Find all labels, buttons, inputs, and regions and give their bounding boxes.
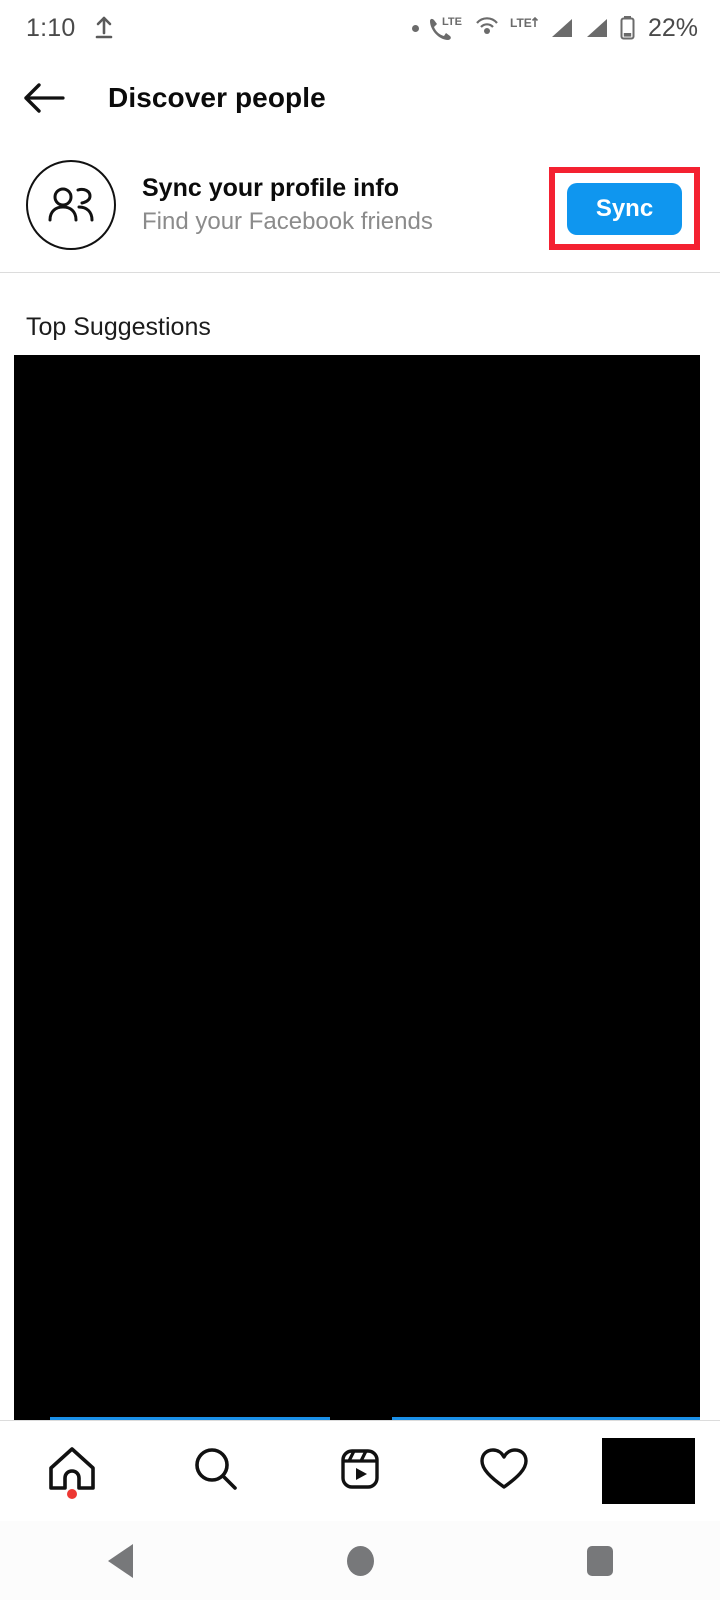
signal-bars-icon [549,16,575,40]
lte-data-icon: LTE [510,15,540,41]
search-icon [189,1443,243,1500]
nav-item-search[interactable] [144,1421,288,1521]
phone-screen: 1:10 LTE LTE 22% Discover people Sync yo… [0,0,720,1600]
reels-icon [333,1443,387,1500]
people-icon [26,160,116,250]
system-home-button[interactable] [240,1545,480,1576]
status-bar-clock: 1:10 [26,13,76,42]
system-recents-icon [587,1545,613,1576]
suggestions-content-area[interactable] [14,355,700,1420]
profile-avatar-icon [601,1438,695,1504]
hotspot-icon [473,15,501,41]
page-title: Discover people [108,82,326,113]
upload-icon [93,16,115,40]
system-back-button[interactable] [0,1543,240,1578]
signal-bars-icon [584,16,610,40]
home-notification-badge [67,1489,77,1499]
nav-item-home[interactable] [0,1421,144,1521]
svg-text:LTE: LTE [442,16,462,28]
status-bar-right: LTE LTE 22% [411,13,698,43]
app-header: Discover people [0,56,720,140]
system-home-icon [346,1545,374,1576]
back-arrow-icon[interactable] [8,80,80,116]
status-bar-left: 1:10 [26,14,115,43]
sync-button[interactable]: Sync [567,182,682,235]
nav-item-profile[interactable] [576,1421,720,1521]
nav-item-activity[interactable] [432,1421,576,1521]
phone-lte-icon: LTE [428,15,464,41]
battery-icon [619,15,636,41]
system-recents-button[interactable] [480,1545,720,1576]
battery-percentage: 22% [647,13,698,42]
svg-text:LTE: LTE [510,16,532,30]
system-navigation-bar [0,1521,720,1600]
sync-button-highlight: Sync [549,167,700,250]
dot-icon [411,24,419,32]
status-bar: 1:10 LTE LTE 22% [0,0,720,56]
bottom-nav-bar [0,1421,720,1521]
nav-item-reels[interactable] [288,1421,432,1521]
system-back-icon [107,1543,133,1578]
section-divider [0,272,720,273]
top-suggestions-heading: Top Suggestions [26,313,211,341]
heart-icon [476,1443,532,1500]
